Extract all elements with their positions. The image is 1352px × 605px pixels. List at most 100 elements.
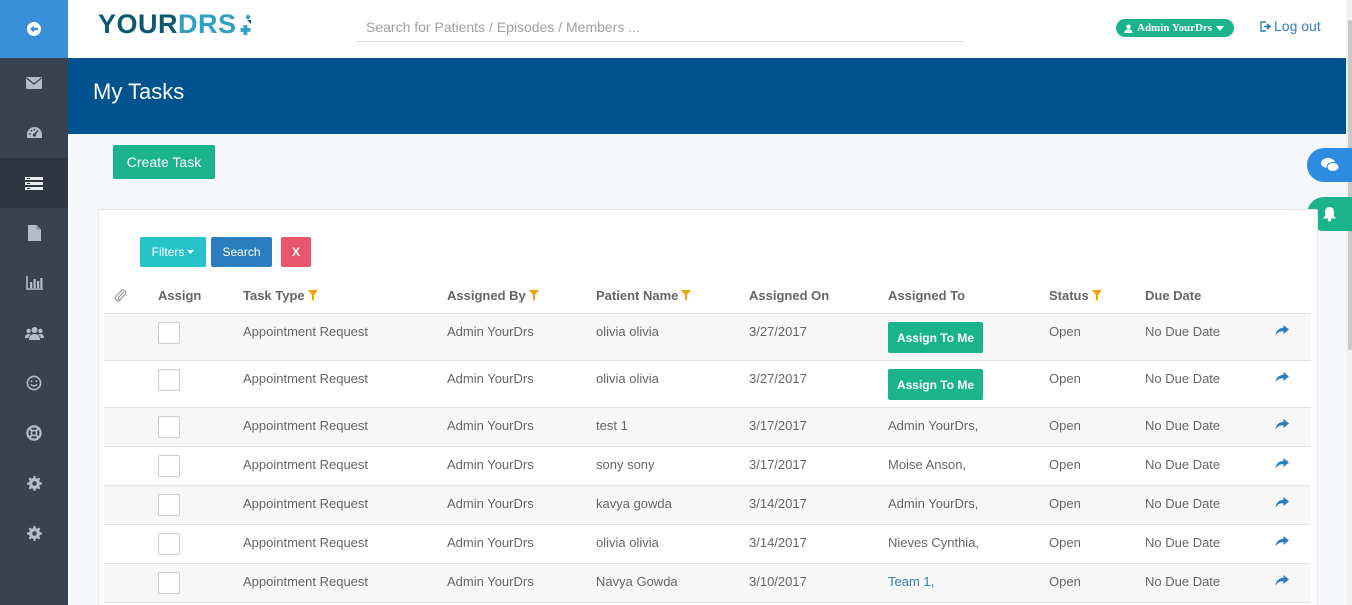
table-row: Appointment Request Admin YourDrs olivia… xyxy=(104,525,1311,564)
assigned-on-cell: 3/27/2017 xyxy=(749,371,807,386)
assigned-to-cell: Moise Anson, xyxy=(888,457,967,472)
sidebar-item-members[interactable] xyxy=(0,308,68,358)
filters-label: Filters xyxy=(151,245,185,259)
task-type-cell: Appointment Request xyxy=(243,496,369,511)
forward-task-button[interactable] xyxy=(1275,574,1289,589)
user-menu-dropdown[interactable]: Admin YourDrs xyxy=(1116,19,1235,37)
users-icon xyxy=(24,327,44,340)
assign-to-me-button[interactable]: Assign To Me xyxy=(888,369,983,400)
column-header-patient-name[interactable]: Patient Name xyxy=(596,288,692,303)
due-date-cell: No Due Date xyxy=(1145,457,1221,472)
gear-icon xyxy=(26,475,42,491)
table-row: Appointment Request Admin YourDrs test 1… xyxy=(104,408,1311,447)
forward-task-button[interactable] xyxy=(1275,457,1289,472)
medical-cross-icon xyxy=(240,14,251,35)
sidebar-item-tasks[interactable] xyxy=(0,158,68,208)
status-cell: Open xyxy=(1049,457,1081,472)
filter-funnel-icon[interactable] xyxy=(528,290,539,301)
column-header-assign: Assign xyxy=(158,288,202,303)
caret-down-icon xyxy=(187,250,195,254)
table-row: Appointment Request Admin YourDrs olivia… xyxy=(104,314,1311,361)
status-cell: Open xyxy=(1049,574,1081,589)
assigned-by-cell: Admin YourDrs xyxy=(447,418,534,433)
share-arrow-icon xyxy=(1275,458,1289,469)
sidebar-item-documents[interactable] xyxy=(0,208,68,258)
task-type-cell: Appointment Request xyxy=(243,574,369,589)
assigned-by-cell: Admin YourDrs xyxy=(447,535,534,550)
share-arrow-icon xyxy=(1275,419,1289,430)
filter-funnel-icon[interactable] xyxy=(681,290,692,301)
assigned-to-cell: Admin YourDrs, xyxy=(888,496,979,511)
column-header-patient-name-label: Patient Name xyxy=(596,288,679,303)
patient-name-cell: olivia olivia xyxy=(596,371,659,386)
due-date-cell: No Due Date xyxy=(1145,418,1221,433)
back-circle-icon xyxy=(27,22,41,36)
assigned-on-cell: 3/27/2017 xyxy=(749,324,807,339)
filter-funnel-icon[interactable] xyxy=(1091,290,1102,301)
chat-side-tab[interactable] xyxy=(1307,148,1352,182)
assigned-on-cell: 3/14/2017 xyxy=(749,496,807,511)
create-task-button[interactable]: Create Task xyxy=(113,145,215,179)
forward-task-button[interactable] xyxy=(1275,496,1289,511)
column-header-task-type[interactable]: Task Type xyxy=(243,288,318,303)
sidebar-item-admin-settings[interactable] xyxy=(0,508,68,558)
due-date-cell: No Due Date xyxy=(1145,535,1221,550)
task-type-cell: Appointment Request xyxy=(243,324,369,339)
assign-checkbox[interactable] xyxy=(158,533,180,555)
gear-icon xyxy=(26,525,42,541)
page-title: My Tasks xyxy=(93,79,185,104)
user-icon xyxy=(1124,24,1133,33)
assign-checkbox[interactable] xyxy=(158,455,180,477)
sidebar-item-reports[interactable] xyxy=(0,258,68,308)
status-cell: Open xyxy=(1049,371,1081,386)
column-header-assigned-by[interactable]: Assigned By xyxy=(447,288,539,303)
sidebar-item-settings[interactable] xyxy=(0,458,68,508)
task-type-cell: Appointment Request xyxy=(243,457,369,472)
column-header-assigned-by-label: Assigned By xyxy=(447,288,526,303)
app-logo[interactable]: YOUR DRS xyxy=(98,9,253,40)
global-search-input[interactable] xyxy=(356,12,964,42)
assign-checkbox[interactable] xyxy=(158,322,180,344)
assigned-on-cell: 3/17/2017 xyxy=(749,418,807,433)
assign-to-me-button[interactable]: Assign To Me xyxy=(888,322,983,353)
sign-out-icon xyxy=(1260,20,1272,32)
assign-checkbox[interactable] xyxy=(158,572,180,594)
filter-funnel-icon[interactable] xyxy=(307,290,318,301)
share-arrow-icon xyxy=(1275,497,1289,508)
patient-name-cell: sony sony xyxy=(596,457,655,472)
user-name: Admin YourDrs xyxy=(1137,22,1213,34)
share-arrow-icon xyxy=(1275,575,1289,586)
clear-filters-button[interactable]: X xyxy=(281,237,311,267)
table-header-row: Assign Task Type Assigned By Patient Nam… xyxy=(104,278,1311,314)
assigned-to-cell: Admin YourDrs, xyxy=(888,418,979,433)
due-date-cell: No Due Date xyxy=(1145,324,1221,339)
patient-name-cell: olivia olivia xyxy=(596,324,659,339)
sidebar-item-dashboard[interactable] xyxy=(0,108,68,158)
assign-checkbox[interactable] xyxy=(158,369,180,391)
share-arrow-icon xyxy=(1275,536,1289,547)
assigned-by-cell: Admin YourDrs xyxy=(447,371,534,386)
forward-task-button[interactable] xyxy=(1275,535,1289,550)
sidebar-item-support[interactable] xyxy=(0,408,68,458)
forward-task-button[interactable] xyxy=(1275,371,1289,386)
page-scrollbar-thumb[interactable] xyxy=(1348,20,1352,350)
logo-text-main: YOUR xyxy=(98,9,179,39)
column-header-assigned-to: Assigned To xyxy=(888,288,966,303)
sidebar-item-feedback[interactable] xyxy=(0,358,68,408)
bell-icon xyxy=(1323,207,1336,222)
assigned-team-link[interactable]: Team 1, xyxy=(888,574,934,589)
forward-task-button[interactable] xyxy=(1275,324,1289,339)
caret-down-icon xyxy=(1216,25,1225,31)
search-button[interactable]: Search xyxy=(211,237,272,267)
sidebar-collapse-button[interactable] xyxy=(0,0,68,58)
forward-task-button[interactable] xyxy=(1275,418,1289,433)
filters-dropdown-button[interactable]: Filters xyxy=(140,237,206,267)
top-header: YOURDRS Admin YourDrs Log out xyxy=(68,0,1352,58)
sidebar-item-messages[interactable] xyxy=(0,58,68,108)
assign-checkbox[interactable] xyxy=(158,416,180,438)
smile-icon xyxy=(26,375,42,391)
column-header-status[interactable]: Status xyxy=(1049,288,1102,303)
column-header-task-type-label: Task Type xyxy=(243,288,305,303)
assign-checkbox[interactable] xyxy=(158,494,180,516)
logout-link[interactable]: Log out xyxy=(1260,18,1321,34)
